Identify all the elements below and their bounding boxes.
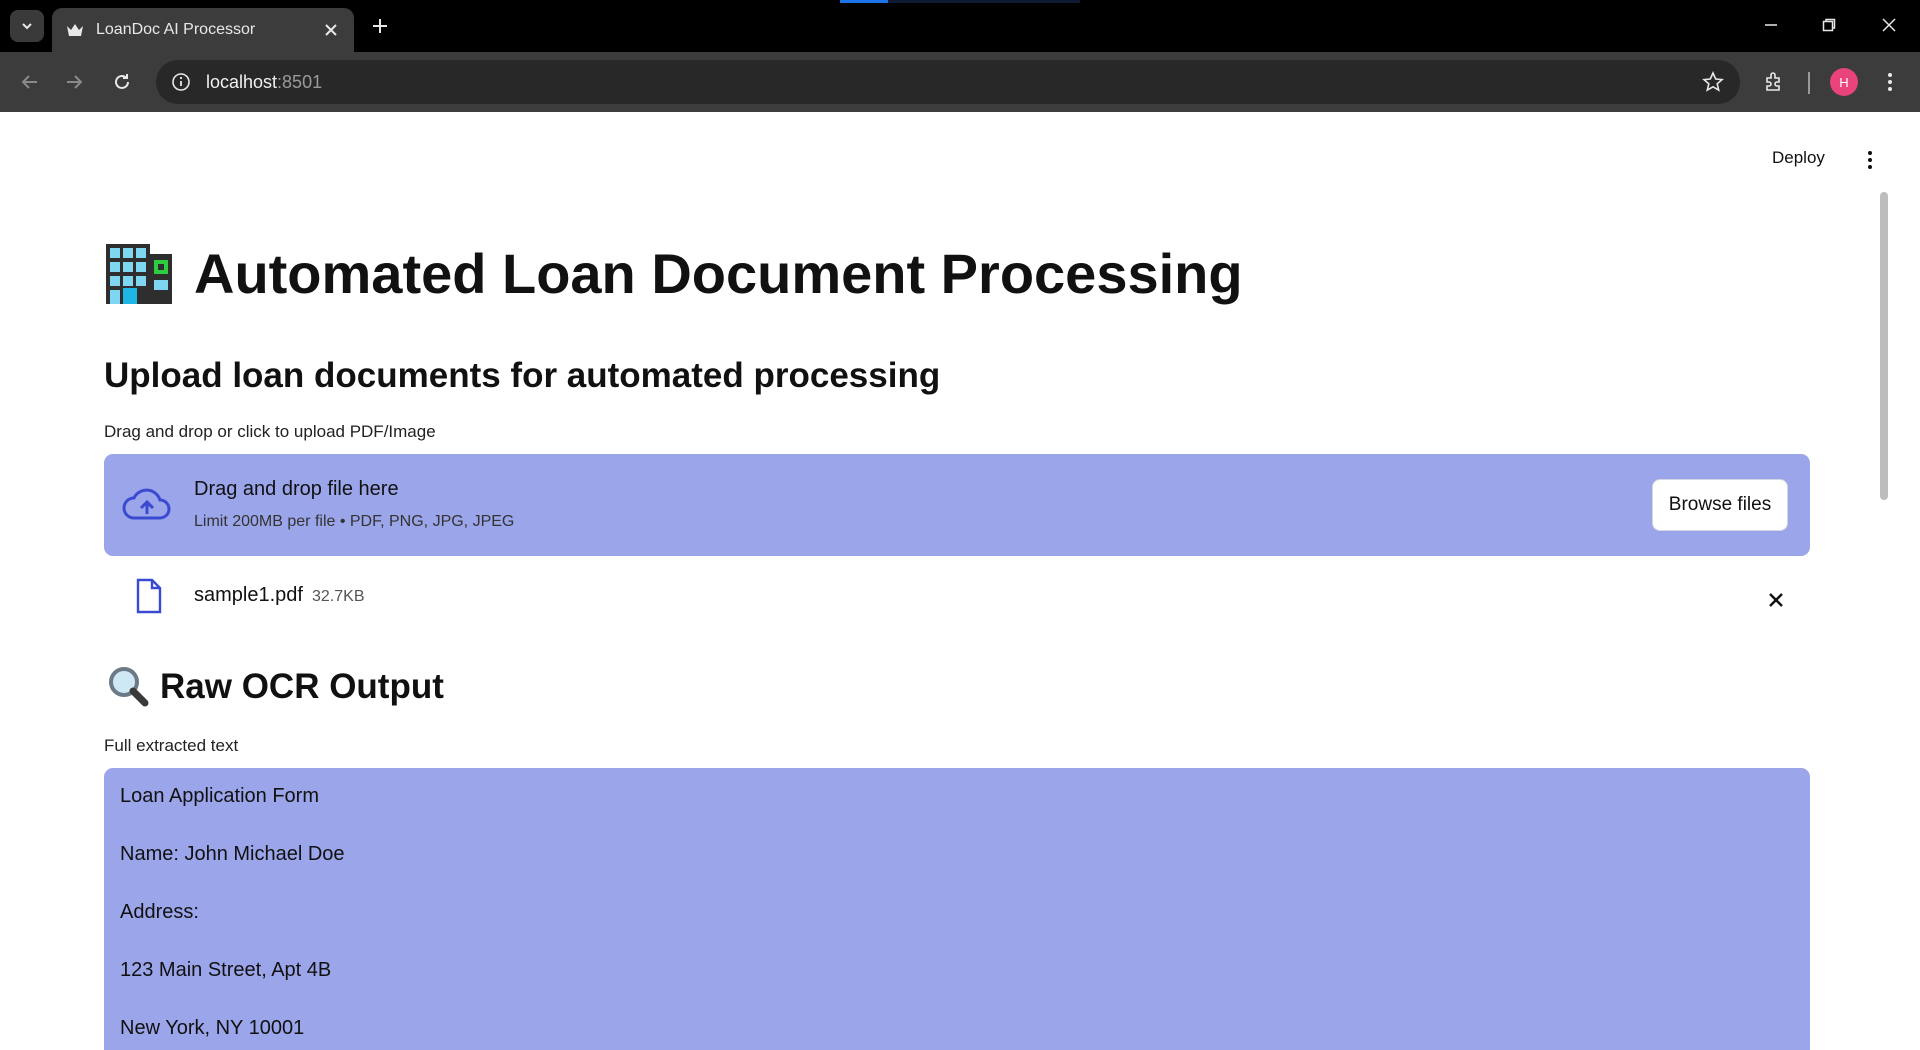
minimize-icon: [1765, 24, 1777, 26]
magnifier-icon: [109, 667, 149, 707]
more-vert-icon: [1888, 73, 1892, 91]
page-title-text: Automated Loan Document Processing: [194, 241, 1243, 305]
building-icon: [106, 244, 172, 304]
restore-button[interactable]: [1806, 8, 1852, 42]
chevron-down-icon: [22, 23, 32, 30]
profile-avatar[interactable]: H: [1830, 68, 1858, 96]
browser-menu-button[interactable]: [1874, 66, 1906, 98]
tab-title: LoanDoc AI Processor: [96, 21, 256, 38]
page-subtitle: Upload loan documents for automated proc…: [104, 356, 941, 395]
ocr-heading-text: Raw OCR Output: [160, 667, 444, 706]
file-icon: [136, 578, 162, 614]
ocr-line: New York, NY 10001: [120, 1017, 305, 1039]
restore-icon: [1822, 18, 1836, 32]
close-icon: [1882, 18, 1896, 32]
plus-icon: [373, 19, 387, 33]
remove-file-button[interactable]: [1762, 586, 1790, 614]
app-page: Deploy Automated Loan Document Processin…: [0, 112, 1920, 1050]
ocr-section-heading: Raw OCR Output: [104, 664, 444, 710]
browse-files-button[interactable]: Browse files: [1652, 479, 1788, 531]
minimize-button[interactable]: [1748, 8, 1794, 42]
browser-toolbar: localhost:8501 H: [0, 52, 1920, 112]
window-close-button[interactable]: [1866, 8, 1912, 42]
back-icon: [21, 75, 37, 89]
cloud-upload-icon: [122, 488, 171, 520]
dropzone-instructions: Drag and drop file here: [194, 478, 399, 500]
star-icon[interactable]: [1702, 71, 1724, 93]
url-host: localhost: [206, 71, 278, 92]
loading-indicator: [840, 0, 1080, 3]
reload-icon: [115, 74, 129, 89]
browser-tab-active[interactable]: LoanDoc AI Processor: [52, 8, 354, 52]
tab-search-button[interactable]: [10, 10, 44, 42]
url-port: :8501: [277, 71, 323, 92]
uploader-label: Drag and drop or click to upload PDF/Ima…: [104, 422, 436, 441]
more-vert-icon: [1868, 151, 1872, 169]
file-dropzone[interactable]: Drag and drop file here Limit 200MB per …: [104, 454, 1810, 556]
toolbar-divider: [1808, 72, 1810, 94]
back-button[interactable]: [14, 66, 46, 98]
close-icon: [1769, 593, 1783, 607]
reload-button[interactable]: [106, 66, 138, 98]
uploaded-file-name: sample1.pdf: [194, 584, 303, 606]
page-scrollbar[interactable]: [1880, 192, 1888, 500]
extensions-button[interactable]: [1758, 66, 1790, 98]
crown-icon: [66, 21, 84, 39]
info-icon[interactable]: [170, 71, 192, 93]
ocr-text-label: Full extracted text: [104, 736, 239, 755]
ocr-text-area[interactable]: Loan Application Form Name: John Michael…: [104, 768, 1810, 1050]
page-title: Automated Loan Document Processing: [104, 240, 1243, 306]
extensions-icon: [1766, 72, 1780, 91]
forward-button[interactable]: [58, 66, 90, 98]
deploy-button[interactable]: Deploy: [1772, 148, 1825, 168]
ocr-line: 123 Main Street, Apt 4B: [120, 959, 332, 981]
forward-icon: [67, 75, 83, 89]
ocr-line: Loan Application Form: [120, 785, 320, 807]
tab-strip: LoanDoc AI Processor: [0, 0, 1920, 52]
ocr-line: Name: John Michael Doe: [120, 843, 345, 865]
ocr-line: Address:: [120, 901, 199, 923]
close-icon[interactable]: [320, 19, 342, 41]
address-bar[interactable]: localhost:8501: [156, 60, 1740, 104]
new-tab-button[interactable]: [366, 12, 394, 40]
uploaded-file-item: sample1.pdf 32.7KB: [104, 574, 1810, 624]
uploaded-file-size: 32.7KB: [312, 588, 365, 605]
app-menu-button[interactable]: [1860, 148, 1880, 172]
dropzone-limit: Limit 200MB per file • PDF, PNG, JPG, JP…: [194, 513, 515, 530]
